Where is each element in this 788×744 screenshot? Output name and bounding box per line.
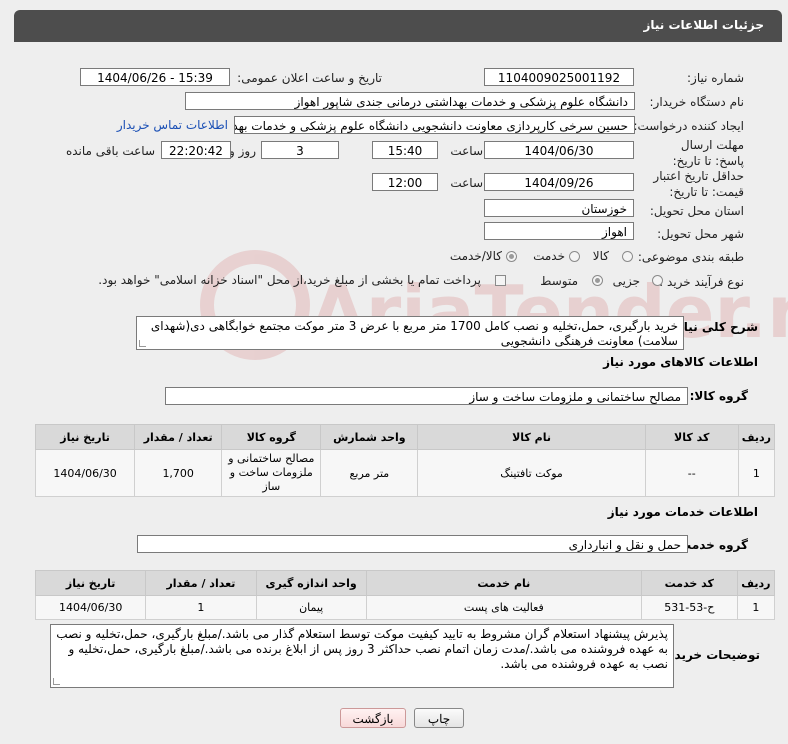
need-number-label: شماره نیاز: <box>687 71 744 85</box>
print-button[interactable]: چاپ <box>414 708 464 728</box>
goods-cell-qty: 1,700 <box>134 449 223 497</box>
goods-col-qty: تعداد / مقدار <box>134 424 223 450</box>
treasury-note: پرداخت تمام یا بخشی از مبلغ خرید،از محل … <box>98 273 481 287</box>
goods-section-title: اطلاعات کالاهای مورد نیاز <box>603 355 758 369</box>
goods-cell-date: 1404/06/30 <box>34 449 136 497</box>
creator-field: حسین سرخی کارپردازی معاونت دانشجویی دانش… <box>234 116 635 134</box>
goods-group-field: مصالح ساختمانی و ملزومات ساخت و ساز <box>165 387 688 405</box>
services-cell-date: 1404/06/30 <box>34 595 147 620</box>
category-radio-service[interactable] <box>569 251 580 262</box>
goods-col-name: نام کالا <box>417 424 646 450</box>
process-radio-minor[interactable] <box>652 275 663 286</box>
need-number-field: 1104009025001192 <box>484 68 634 86</box>
description-textarea: خرید بارگیری، حمل،تخلیه و نصب کامل 1700 … <box>136 316 684 350</box>
buyer-notes-text: پذیرش پیشنهاد استعلام گران مشروط به تایی… <box>56 627 668 671</box>
goods-table: ردیف کد کالا نام کالا واحد شمارش گروه کا… <box>34 424 776 497</box>
buyer-org-field: دانشگاه علوم پزشکی و خدمات بهداشتی درمان… <box>185 92 635 110</box>
services-col-row: ردیف <box>736 570 776 596</box>
services-cell-unit: پیمان <box>255 595 367 620</box>
remaining-time-field: 22:20:42 <box>161 141 231 159</box>
goods-col-row: ردیف <box>737 424 776 450</box>
days-label: روز و <box>229 144 256 158</box>
goods-col-code: کد کالا <box>644 424 739 450</box>
goods-col-unit: واحد شمارش <box>320 424 419 450</box>
creator-label: ایجاد کننده درخواست: <box>633 119 744 133</box>
goods-cell-row: 1 <box>737 449 776 497</box>
price-validity-date-field: 1404/09/26 <box>484 173 634 191</box>
services-col-unit: واحد اندازه گیری <box>255 570 367 596</box>
services-cell-name: فعالیت های پست <box>365 595 642 620</box>
panel-title: جزئیات اطلاعات نیاز <box>643 18 764 32</box>
services-col-name: نام خدمت <box>365 570 642 596</box>
goods-table-header: ردیف کد کالا نام کالا واحد شمارش گروه کا… <box>34 424 776 450</box>
services-cell-qty: 1 <box>145 595 257 620</box>
goods-col-group: گروه کالا <box>221 424 322 450</box>
province-field: خوزستان <box>484 199 634 217</box>
process-radio-medium[interactable] <box>592 275 603 286</box>
services-cell-code: ح-53-531 <box>640 595 738 620</box>
services-col-code: کد خدمت <box>640 570 738 596</box>
price-validity-time-field: 12:00 <box>372 173 438 191</box>
category-label: طبقه بندی موضوعی: <box>637 250 744 264</box>
price-validity-label: حداقل تاریخ اعتبار قیمت: تا تاریخ: <box>653 169 744 199</box>
announce-date-label: تاریخ و ساعت اعلان عمومی: <box>237 71 382 85</box>
goods-cell-unit: متر مربع <box>320 449 419 497</box>
category-radio-goods-service[interactable] <box>506 251 517 262</box>
city-label: شهر محل تحویل: <box>657 227 744 241</box>
table-row: 1 ح-53-531 فعالیت های پست پیمان 1 1404/0… <box>34 595 776 620</box>
category-option-service: خدمت <box>533 249 565 263</box>
buyer-contact-link[interactable]: اطلاعات تماس خریدار <box>117 118 228 132</box>
reply-time-label: ساعت <box>450 144 483 158</box>
process-option-medium: متوسط <box>540 274 578 288</box>
description-label: شرح کلی نیاز: <box>672 320 758 334</box>
reply-time-field: 15:40 <box>372 141 438 159</box>
services-group-field: حمل و نقل و انبارداری <box>137 535 688 553</box>
services-table-header: ردیف کد خدمت نام خدمت واحد اندازه گیری ت… <box>34 570 776 596</box>
reply-deadline-label: مهلت ارسال پاسخ: تا تاریخ: <box>672 138 744 168</box>
category-option-goods: کالا <box>592 249 609 263</box>
buyer-notes-textarea: پذیرش پیشنهاد استعلام گران مشروط به تایی… <box>50 624 674 688</box>
services-col-qty: تعداد / مقدار <box>145 570 257 596</box>
goods-cell-name: موکت تافتینگ <box>417 449 646 497</box>
description-text: خرید بارگیری، حمل،تخلیه و نصب کامل 1700 … <box>150 319 678 348</box>
goods-cell-code: -- <box>644 449 739 497</box>
table-row: 1 -- موکت تافتینگ متر مربع مصالح ساختمان… <box>34 449 776 497</box>
announce-date-field: 1404/06/26 - 15:39 <box>80 68 230 86</box>
services-cell-row: 1 <box>736 595 776 620</box>
category-option-goods-service: کالا/خدمت <box>449 249 502 263</box>
goods-group-label: گروه کالا: <box>689 389 748 403</box>
category-radio-goods[interactable] <box>622 251 633 262</box>
buyer-org-label: نام دستگاه خریدار: <box>649 95 745 109</box>
remaining-time-label: ساعت باقی مانده <box>65 144 155 158</box>
services-table: ردیف کد خدمت نام خدمت واحد اندازه گیری ت… <box>34 570 776 620</box>
treasury-checkbox[interactable] <box>495 275 506 286</box>
services-section-title: اطلاعات خدمات مورد نیاز <box>607 505 758 519</box>
reply-date-field: 1404/06/30 <box>484 141 634 159</box>
city-field: اهواز <box>484 222 634 240</box>
process-type-label: نوع فرآیند خرید : <box>659 275 744 289</box>
panel-header: جزئیات اطلاعات نیاز <box>14 10 782 42</box>
services-col-date: تاریخ نیاز <box>34 570 147 596</box>
price-validity-time-label: ساعت <box>450 176 483 190</box>
watermark-logo: AriaTender.net <box>200 250 788 370</box>
process-option-minor: جزیی <box>612 274 640 288</box>
province-label: استان محل تحویل: <box>649 204 744 218</box>
days-remaining-field: 3 <box>261 141 339 159</box>
goods-cell-group: مصالح ساختمانی و ملزومات ساخت و ساز <box>221 449 322 497</box>
goods-col-date: تاریخ نیاز <box>34 424 136 450</box>
back-button[interactable]: بازگشت <box>340 708 406 728</box>
